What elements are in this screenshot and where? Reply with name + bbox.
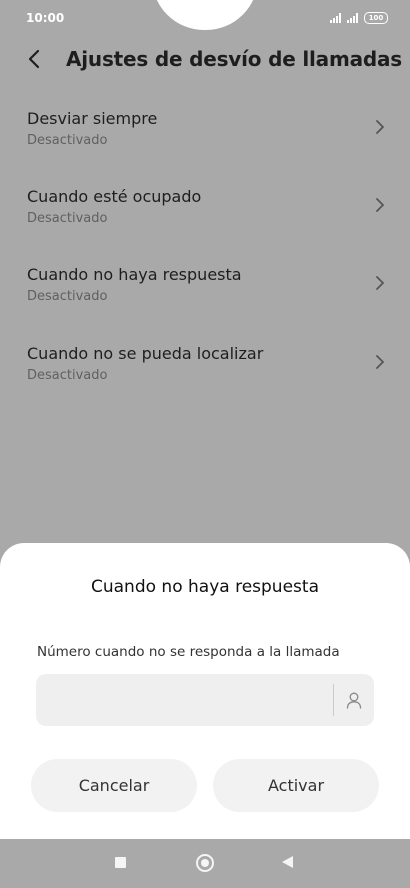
- status-bar: 10:00 100: [0, 0, 410, 36]
- forwarding-dialog: Cuando no haya respuesta Número cuando n…: [0, 543, 410, 839]
- battery-icon: 100: [364, 12, 388, 24]
- activate-button[interactable]: Activar: [213, 759, 379, 812]
- cancel-button[interactable]: Cancelar: [31, 759, 197, 812]
- list-item-status: Desactivado: [27, 211, 108, 226]
- chevron-right-icon: [376, 355, 384, 369]
- chevron-right-icon: [376, 198, 384, 212]
- contact-person-icon[interactable]: [345, 691, 363, 709]
- number-input[interactable]: [36, 674, 326, 726]
- recent-apps-icon[interactable]: [115, 857, 126, 868]
- input-divider: [333, 684, 334, 716]
- signal-1-icon: [330, 13, 341, 23]
- list-item-title: Cuando no se pueda localizar: [27, 344, 264, 363]
- list-item-always-forward[interactable]: Desviar siempre Desactivado: [0, 109, 410, 179]
- list-item-title: Desviar siempre: [27, 109, 158, 128]
- dialog-title: Cuando no haya respuesta: [91, 577, 319, 597]
- chevron-right-icon: [376, 120, 384, 134]
- status-time: 10:00: [26, 11, 65, 25]
- chevron-right-icon: [376, 276, 384, 290]
- list-item-no-answer[interactable]: Cuando no haya respuesta Desactivado: [0, 265, 410, 335]
- back-arrow-icon[interactable]: [24, 48, 46, 70]
- list-item-status: Desactivado: [27, 289, 108, 304]
- nav-back-icon[interactable]: [282, 856, 293, 868]
- list-item-status: Desactivado: [27, 133, 108, 148]
- camera-notch: [152, 0, 258, 30]
- page-header: Ajustes de desvío de llamadas: [0, 40, 410, 80]
- list-item-unreachable[interactable]: Cuando no se pueda localizar Desactivado: [0, 344, 410, 414]
- list-item-when-busy[interactable]: Cuando esté ocupado Desactivado: [0, 187, 410, 257]
- signal-2-icon: [347, 13, 358, 23]
- list-item-title: Cuando esté ocupado: [27, 187, 202, 206]
- number-input-box: [36, 674, 374, 726]
- number-field-label: Número cuando no se responda a la llamad…: [37, 644, 340, 660]
- list-item-status: Desactivado: [27, 368, 108, 383]
- navigation-bar: [0, 839, 410, 888]
- list-item-title: Cuando no haya respuesta: [27, 265, 242, 284]
- phone-screen: 10:00 100 Ajustes de desvío de llamadas …: [0, 0, 410, 888]
- home-icon[interactable]: [196, 854, 214, 872]
- page-title: Ajustes de desvío de llamadas: [66, 47, 402, 71]
- screen-content: 10:00 100 Ajustes de desvío de llamadas …: [0, 0, 410, 888]
- status-icons: 100: [330, 12, 388, 24]
